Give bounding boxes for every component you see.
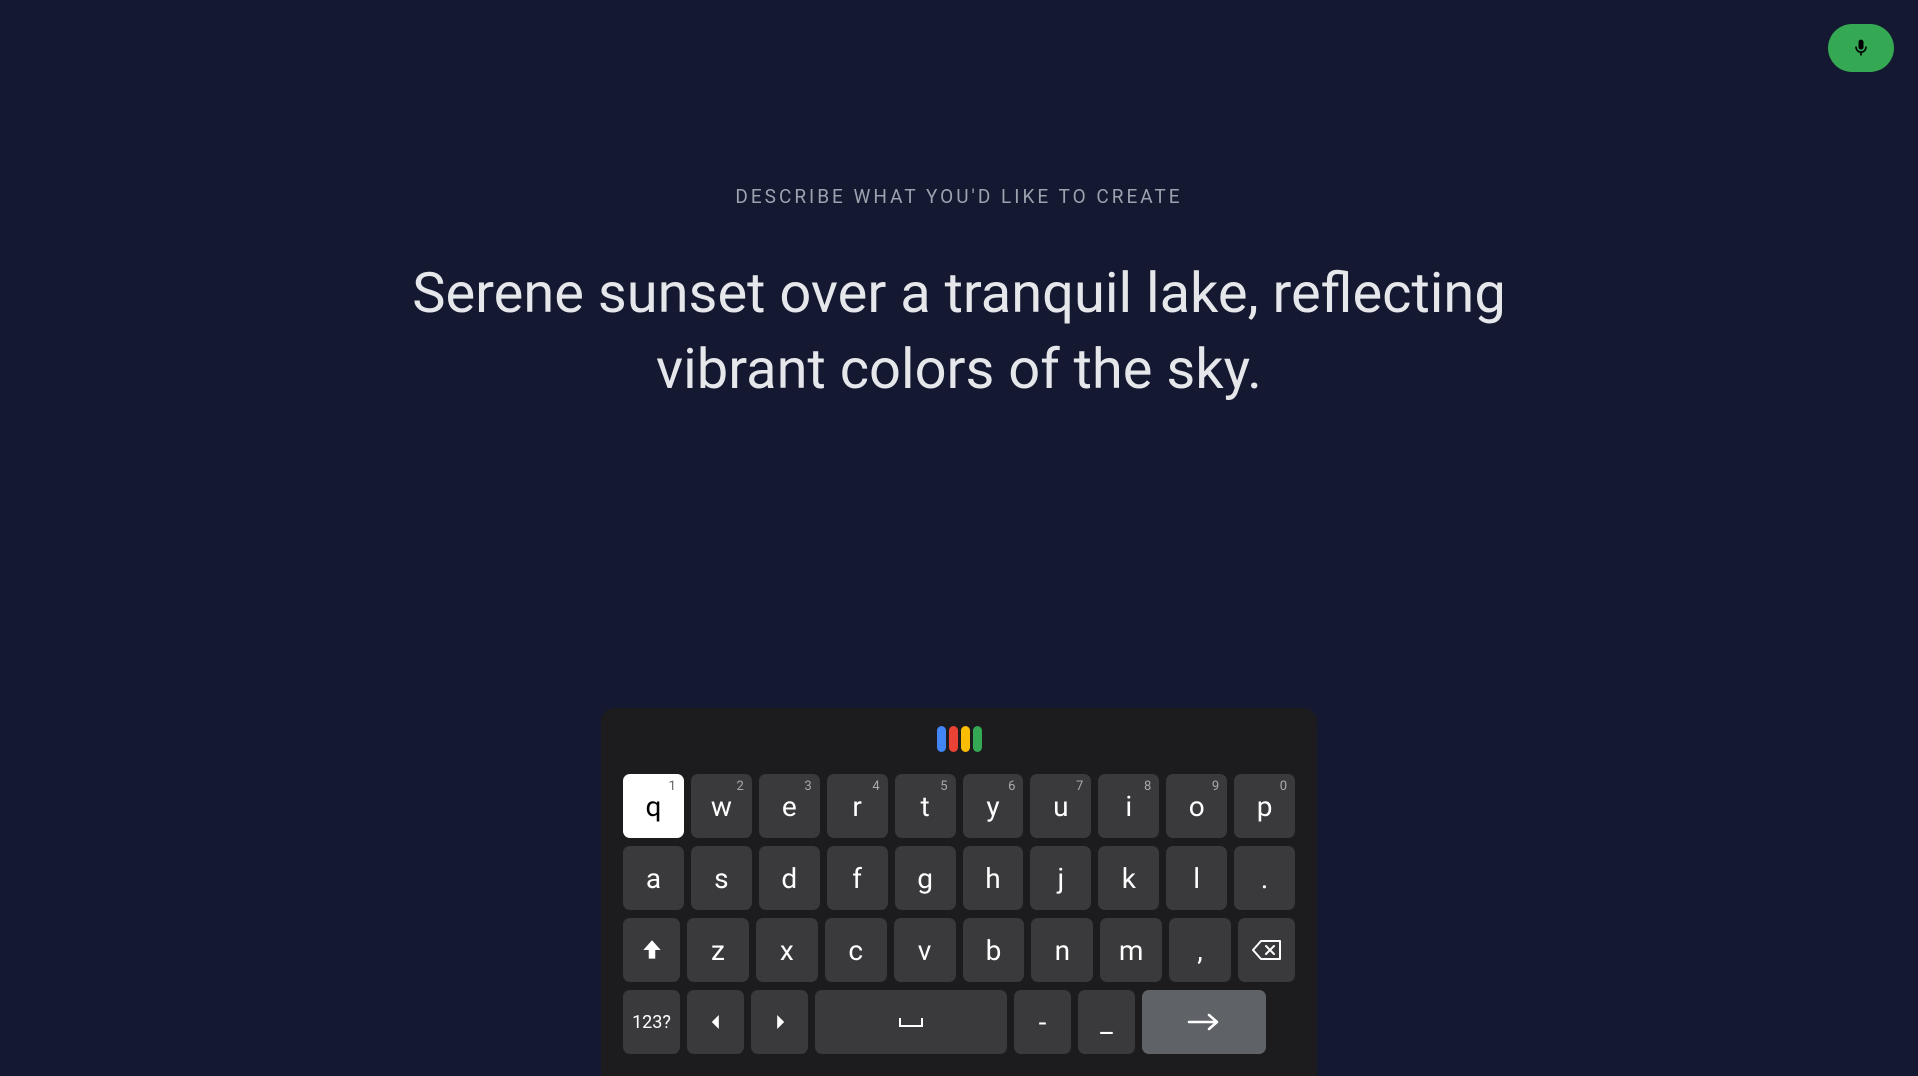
arrow-left-icon [709,1015,723,1029]
key-a[interactable]: a [623,846,684,910]
key-superscript: 5 [940,779,947,794]
key-superscript: 3 [804,779,811,794]
prompt-label: DESCRIBE WHAT YOU'D LIKE TO CREATE [735,185,1182,208]
arrow-right-icon [773,1015,787,1029]
keyboard-row-3: zxcvbnm, [623,918,1295,982]
key-u[interactable]: u7 [1030,774,1091,838]
key-l[interactable]: l [1166,846,1227,910]
key-x[interactable]: x [756,918,818,982]
key-e[interactable]: e3 [759,774,820,838]
key-shift[interactable] [623,918,680,982]
key-g[interactable]: g [895,846,956,910]
on-screen-keyboard: q1w2e3r4t5y6u7i8o9p0 asdfghjkl. zxcvbnm,… [601,708,1317,1076]
key-z[interactable]: z [687,918,749,982]
key-underscore[interactable]: _ [1078,990,1135,1054]
key-nav-right[interactable] [751,990,808,1054]
key-enter[interactable] [1142,990,1266,1054]
key-f[interactable]: f [827,846,888,910]
key-w[interactable]: w2 [691,774,752,838]
key-h[interactable]: h [963,846,1024,910]
key-b[interactable]: b [963,918,1025,982]
key-superscript: 7 [1076,779,1083,794]
key-k[interactable]: k [1098,846,1159,910]
key-superscript: 1 [669,779,676,794]
key-s[interactable]: s [691,846,752,910]
key-superscript: 8 [1144,779,1151,794]
key-c[interactable]: c [825,918,887,982]
keyboard-row-2: asdfghjkl. [623,846,1295,910]
key-j[interactable]: j [1030,846,1091,910]
space-icon [898,1013,924,1031]
shift-icon [639,937,665,963]
key-superscript: 2 [737,779,744,794]
key-superscript: 6 [1008,779,1015,794]
prompt-text[interactable]: Serene sunset over a tranquil lake, refl… [359,256,1559,407]
key-superscript: 0 [1280,779,1287,794]
key-i[interactable]: i8 [1098,774,1159,838]
key-p[interactable]: p0 [1234,774,1295,838]
keyboard-row-4: 123? - _ [623,990,1295,1054]
keyboard-row-1: q1w2e3r4t5y6u7i8o9p0 [623,774,1295,838]
key-o[interactable]: o9 [1166,774,1227,838]
key-hyphen[interactable]: - [1014,990,1071,1054]
backspace-icon [1252,939,1282,961]
key-superscript: 4 [872,779,879,794]
mic-button[interactable] [1828,24,1894,72]
key-,[interactable]: , [1169,918,1231,982]
key-v[interactable]: v [894,918,956,982]
key-backspace[interactable] [1238,918,1295,982]
key-q[interactable]: q1 [623,774,684,838]
google-logo-icon [623,726,1295,752]
key-.[interactable]: . [1234,846,1295,910]
mic-icon [1851,38,1871,58]
key-m[interactable]: m [1100,918,1162,982]
key-d[interactable]: d [759,846,820,910]
key-n[interactable]: n [1031,918,1093,982]
key-y[interactable]: y6 [963,774,1024,838]
key-nav-left[interactable] [687,990,744,1054]
arrow-right-long-icon [1187,1011,1221,1033]
prompt-area: DESCRIBE WHAT YOU'D LIKE TO CREATE Seren… [0,0,1918,407]
key-symbols[interactable]: 123? [623,990,680,1054]
key-t[interactable]: t5 [895,774,956,838]
key-superscript: 9 [1212,779,1219,794]
key-space[interactable] [815,990,1007,1054]
key-r[interactable]: r4 [827,774,888,838]
